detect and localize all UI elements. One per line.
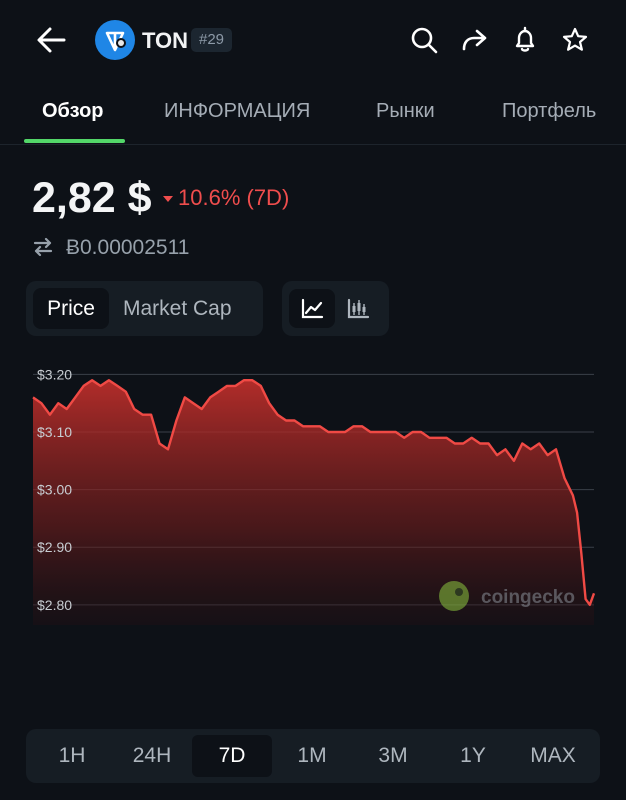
- market-cap-toggle-button[interactable]: Market Cap: [123, 288, 232, 329]
- y-tick-label: $3.00: [37, 482, 72, 498]
- btc-price: Ƀ0.00002511: [66, 236, 190, 259]
- caret-down-icon: [163, 196, 173, 203]
- favorite-button[interactable]: [559, 24, 591, 56]
- price-chart[interactable]: $3.20$3.10$3.00$2.90$2.80 16 Sept17 Sept…: [0, 360, 626, 680]
- line-chart-button[interactable]: [289, 289, 335, 328]
- range-1m[interactable]: 1M: [272, 735, 352, 777]
- tab-markets[interactable]: Рынки: [376, 100, 435, 123]
- coin-symbol: TON: [142, 28, 189, 53]
- share-icon: [462, 29, 487, 51]
- price-change: 10.6% (7D): [162, 185, 289, 211]
- alert-button[interactable]: [509, 24, 541, 56]
- search-icon: [411, 27, 438, 54]
- tab-info[interactable]: ИНФОРМАЦИЯ: [164, 100, 310, 123]
- ton-logo: [95, 20, 135, 60]
- range-max[interactable]: MAX: [513, 735, 593, 777]
- candlestick-icon: [347, 298, 370, 319]
- tab-portfolio[interactable]: Портфель: [502, 100, 596, 123]
- share-button[interactable]: [458, 24, 490, 56]
- y-tick-label: $3.10: [37, 424, 72, 440]
- candlestick-chart-button[interactable]: [335, 289, 381, 328]
- range-3m[interactable]: 3M: [353, 735, 433, 777]
- y-tick-label: $3.20: [37, 366, 72, 382]
- active-tab-indicator: [24, 139, 125, 143]
- price-change-value: 10.6% (7D): [178, 185, 290, 210]
- convert-icon: [32, 236, 54, 258]
- range-1y[interactable]: 1Y: [433, 735, 513, 777]
- y-tick-label: $2.90: [37, 539, 72, 555]
- tab-overview[interactable]: Обзор: [42, 100, 104, 123]
- range-7d[interactable]: 7D: [192, 735, 272, 777]
- range-1h[interactable]: 1H: [32, 735, 112, 777]
- back-button[interactable]: [34, 24, 70, 56]
- price-toggle-button[interactable]: Price: [33, 288, 109, 329]
- y-tick-label: $2.80: [37, 597, 72, 613]
- search-button[interactable]: [408, 24, 440, 56]
- coingecko-logo: [439, 581, 469, 611]
- star-icon: [562, 27, 588, 51]
- watermark-text: coingecko: [481, 587, 575, 608]
- range-24h[interactable]: 24H: [112, 735, 192, 777]
- line-chart-icon: [301, 298, 324, 319]
- rank-badge: #29: [191, 28, 233, 52]
- current-price: 2,82 $: [32, 174, 152, 222]
- back-arrow-icon: [37, 27, 66, 53]
- bell-icon: [515, 26, 535, 52]
